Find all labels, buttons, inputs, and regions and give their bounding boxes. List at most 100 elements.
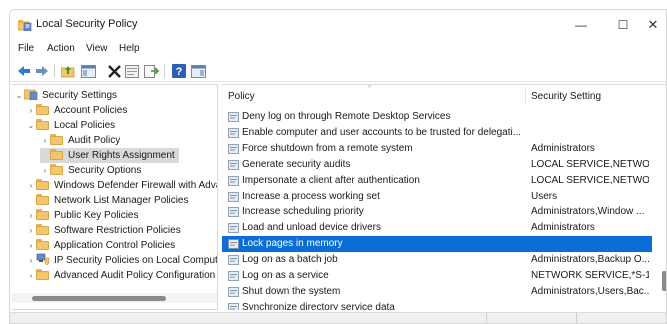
maximize-button[interactable]: ☐ [608, 14, 638, 36]
tree-horizontal-scrollbar[interactable] [12, 293, 217, 303]
policy-row[interactable]: Shut down the system Administrators,Users… [222, 284, 652, 300]
show-hide-tree-icon[interactable] [80, 63, 96, 79]
sort-caret-icon: ^ [368, 85, 372, 92]
policy-row[interactable]: Enable computer and user accounts to be … [222, 125, 652, 141]
tree-item-software-restriction[interactable]: › Software Restriction Policies [26, 223, 181, 238]
tree-item-account-policies[interactable]: › Account Policies [26, 103, 127, 118]
policy-row[interactable]: Log on as a service NETWORK SERVICE,*S-1-… [222, 268, 652, 284]
title-bar: Local Security Policy — ☐ ✕ [10, 10, 666, 40]
column-header-security-setting[interactable]: Security Setting [531, 85, 601, 107]
folder-icon [36, 239, 50, 250]
tree-item-label: Network List Manager Policies [54, 195, 189, 206]
menu-file[interactable]: File [18, 43, 34, 54]
tree-item-security-settings[interactable]: ⌄ Security Settings [14, 88, 117, 103]
help-icon[interactable]: ? [171, 63, 187, 79]
chevron-right-icon[interactable]: › [40, 163, 50, 178]
chevron-right-icon[interactable]: › [26, 178, 36, 193]
toolbar-separator [54, 64, 55, 78]
chevron-right-icon[interactable]: › [26, 238, 36, 253]
policy-name: Enable computer and user accounts to be … [242, 126, 522, 138]
tree-item-security-options[interactable]: › Security Options [40, 163, 141, 178]
minimize-button[interactable]: — [566, 14, 596, 36]
policy-row[interactable]: Load and unload device drivers Administra… [222, 220, 652, 236]
security-setting: LOCAL SERVICE,NETWOR... [531, 174, 649, 186]
security-setting: Users [531, 190, 558, 202]
menu-help[interactable]: Help [119, 43, 140, 54]
policy-row[interactable]: Force shutdown from a remote system Admin… [222, 141, 652, 157]
properties-icon[interactable] [124, 63, 140, 79]
policy-name: Deny log on through Remote Desktop Servi… [242, 111, 451, 122]
chevron-right-icon[interactable]: › [26, 223, 36, 238]
show-action-pane-icon[interactable] [190, 63, 206, 79]
tree-item-network-list-manager[interactable]: Network List Manager Policies [26, 193, 189, 208]
chevron-right-icon[interactable]: › [40, 133, 50, 148]
export-list-icon[interactable] [143, 63, 159, 79]
status-bar [10, 312, 666, 323]
column-header-policy[interactable]: Policy [228, 85, 255, 107]
chevron-right-icon[interactable]: › [26, 268, 36, 283]
menu-action[interactable]: Action [47, 43, 75, 54]
tree-item-label: User Rights Assignment [68, 150, 175, 161]
policy-name: Force shutdown from a remote system [242, 142, 413, 154]
tree-item-label: Security Options [68, 165, 142, 176]
vertical-scrollbar[interactable] [659, 85, 666, 310]
security-policy-app-icon [18, 20, 32, 31]
tree-item-windows-defender-firewall[interactable]: › Windows Defender Firewall with Adva [26, 178, 217, 193]
policy-row[interactable]: Increase a process working set Users [222, 189, 652, 205]
column-separator[interactable] [525, 87, 526, 105]
menu-bar: File Action View Help [10, 42, 666, 58]
security-setting: Administrators,Backup O... [531, 254, 649, 266]
chevron-down-icon[interactable]: ⌄ [26, 118, 36, 133]
close-button[interactable]: ✕ [638, 14, 666, 36]
policy-name: Increase scheduling priority [242, 206, 364, 218]
security-setting: Administrators,Users,Bac... [531, 285, 649, 297]
tree-item-local-policies[interactable]: ⌄ Local Policies [26, 118, 115, 133]
forward-icon[interactable] [34, 63, 50, 79]
back-icon[interactable] [16, 63, 32, 79]
scrollbar-thumb[interactable] [32, 296, 166, 301]
tree-item-audit-policy[interactable]: › Audit Policy [40, 133, 120, 148]
window-title: Local Security Policy [36, 18, 138, 30]
policy-icon [228, 239, 239, 250]
tree-item-application-control[interactable]: › Application Control Policies [26, 238, 175, 253]
policy-icon [228, 112, 239, 122]
chevron-down-icon[interactable]: ⌄ [14, 88, 24, 103]
up-folder-icon[interactable] [60, 63, 76, 79]
delete-icon[interactable] [106, 63, 122, 79]
tree-item-public-key-policies[interactable]: › Public Key Policies [26, 208, 138, 223]
folder-open-icon [50, 149, 64, 160]
tree-item-label: Software Restriction Policies [54, 225, 181, 236]
security-setting: NETWORK SERVICE,*S-1-... [531, 270, 649, 281]
policy-row[interactable]: Generate security audits LOCAL SERVICE,NE… [222, 157, 652, 173]
security-settings-icon [23, 89, 38, 101]
policy-name: Log on as a service [242, 270, 329, 281]
chevron-right-icon[interactable]: › [26, 208, 36, 223]
policy-icon [228, 143, 239, 154]
policy-icon [228, 175, 239, 186]
tree-item-advanced-audit[interactable]: › Advanced Audit Policy Configuration [26, 268, 215, 283]
policy-row[interactable]: Impersonate a client after authenticatio… [222, 173, 652, 189]
folder-icon [36, 194, 50, 205]
folder-icon [36, 179, 50, 190]
tree-item-ip-security[interactable]: › IP Security Policies on Local Computer [26, 253, 217, 268]
folder-open-icon [36, 119, 50, 130]
policy-row[interactable]: Synchronize directory service data [222, 300, 652, 310]
tree-item-label: Advanced Audit Policy Configuration [54, 270, 216, 281]
policy-name: Synchronize directory service data [242, 301, 395, 310]
menu-view[interactable]: View [86, 43, 108, 54]
policy-row[interactable]: Log on as a batch job Administrators,Back… [222, 252, 652, 268]
policy-row[interactable]: Increase scheduling priority Administrato… [222, 204, 652, 220]
policy-row[interactable]: Lock pages in memory [222, 236, 652, 253]
policy-name: Shut down the system [242, 285, 341, 297]
policy-icon [228, 207, 239, 218]
chevron-right-icon[interactable]: › [26, 103, 36, 118]
scrollbar-thumb[interactable] [662, 271, 666, 291]
policy-list-pane[interactable]: Policy ^ Security Setting Deny log on th… [222, 84, 666, 310]
tree-pane[interactable]: ⌄ Security Settings › Account Policies ⌄ Lo… [12, 84, 218, 310]
folder-icon [50, 164, 64, 175]
folder-icon [36, 104, 50, 115]
policy-icon [228, 223, 239, 234]
policy-row[interactable]: Deny log on through Remote Desktop Servi… [222, 109, 652, 125]
chevron-right-icon[interactable]: › [26, 253, 36, 268]
tree-item-user-rights-assignment[interactable]: User Rights Assignment [40, 148, 179, 163]
